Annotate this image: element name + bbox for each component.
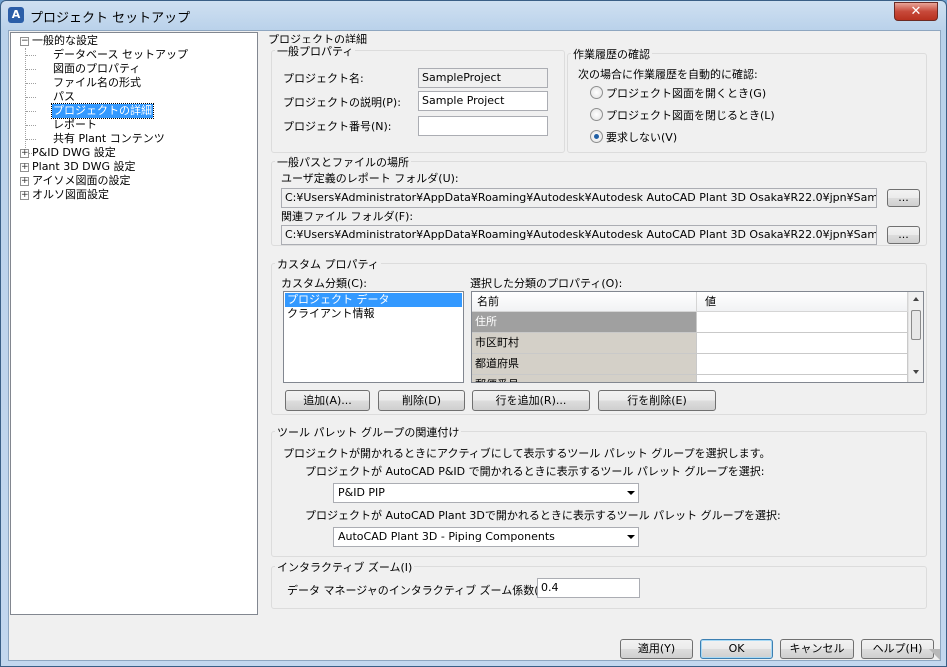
dialog-window: A プロジェクト セットアップ ✕ − 一般的な設定 データベース セットアップ… (0, 0, 947, 667)
category-properties-label: 選択した分類のプロパティ(O): (470, 277, 623, 290)
plant3d-palette-select[interactable]: AutoCAD Plant 3D - Piping Components (333, 527, 639, 547)
title-bar[interactable]: A プロジェクト セットアップ ✕ (1, 1, 946, 29)
help-button[interactable]: ヘルプ(H) (861, 639, 934, 659)
grid-scrollbar[interactable] (908, 292, 923, 382)
grid-row-name[interactable]: 都道府県 (472, 354, 697, 375)
tree-line (26, 97, 36, 98)
grid-row-name[interactable]: 住所 (472, 312, 697, 333)
tree-item-ortho-settings[interactable]: オルソ図面設定 (32, 188, 109, 202)
tree-item-general-settings[interactable]: 一般的な設定 (32, 34, 98, 48)
delete-category-button[interactable]: 削除(D) (378, 390, 465, 411)
tree-line (26, 125, 36, 126)
plant3d-palette-value: AutoCAD Plant 3D - Piping Components (338, 530, 555, 543)
project-number-label: プロジェクト番号(N): (283, 120, 392, 133)
grid-row-name[interactable]: 郵便番号 (472, 375, 697, 382)
pid-palette-value: P&ID PIP (338, 486, 385, 499)
expand-icon[interactable]: + (20, 163, 29, 172)
expand-icon[interactable]: + (20, 191, 29, 200)
custom-properties-title: カスタム プロパティ (275, 256, 381, 272)
history-open-radio[interactable] (590, 86, 603, 99)
pid-palette-label: プロジェクトが AutoCAD P&ID で開かれるときに表示するツール パレッ… (305, 465, 765, 478)
history-never-label[interactable]: 要求しない(V) (606, 129, 677, 145)
plant3d-palette-label: プロジェクトが AutoCAD Plant 3Dで開かれるときに表示するツール … (305, 509, 781, 522)
custom-category-label: カスタム分類(C): (281, 277, 367, 290)
cancel-button[interactable]: キャンセル (780, 639, 854, 659)
dialog-client: − 一般的な設定 データベース セットアップ 図面のプロパティ ファイル名の形式… (8, 30, 941, 661)
close-button[interactable]: ✕ (894, 2, 938, 21)
expand-icon[interactable]: + (20, 177, 29, 186)
resize-grip-icon[interactable] (929, 649, 940, 660)
settings-tree[interactable]: − 一般的な設定 データベース セットアップ 図面のプロパティ ファイル名の形式… (10, 32, 258, 615)
history-close-radio[interactable] (590, 108, 603, 121)
zoom-title: インタラクティブ ズーム(I) (275, 559, 415, 575)
category-item[interactable]: クライアント情報 (285, 307, 375, 321)
history-never-radio[interactable] (590, 130, 603, 143)
tree-item-iso-settings[interactable]: アイソメ図面の設定 (32, 174, 130, 188)
grid-row-value[interactable] (697, 333, 908, 354)
project-name-label: プロジェクト名: (283, 72, 364, 85)
tree-line (25, 48, 26, 150)
project-name-field[interactable]: SampleProject (418, 68, 548, 88)
zoom-factor-label: データ マネージャのインタラクティブ ズーム係数(Z): (287, 584, 555, 597)
tree-item-paths[interactable]: パス (53, 90, 75, 104)
custom-category-list[interactable]: プロジェクト データ クライアント情報 (283, 291, 464, 383)
delete-row-button[interactable]: 行を削除(E) (598, 390, 716, 411)
collapse-icon[interactable]: − (20, 37, 29, 46)
grid-header-name[interactable]: 名前 (472, 292, 697, 312)
category-item[interactable]: プロジェクト データ (285, 293, 462, 307)
tool-palette-description: プロジェクトが開かれるときにアクティブにして表示するツール パレット グループを… (283, 447, 771, 460)
tree-item-project-details[interactable]: プロジェクトの詳細 (51, 103, 154, 119)
scroll-up-icon[interactable] (913, 297, 919, 301)
project-number-field[interactable] (418, 116, 548, 136)
report-folder-field[interactable]: C:¥Users¥Administrator¥AppData¥Roaming¥A… (281, 188, 877, 208)
tree-item-filename-format[interactable]: ファイル名の形式 (53, 76, 141, 90)
report-folder-label: ユーザ定義のレポート フォルダ(U): (281, 172, 459, 185)
tree-item-reports[interactable]: レポート (53, 118, 97, 132)
related-folder-field[interactable]: C:¥Users¥Administrator¥AppData¥Roaming¥A… (281, 225, 877, 245)
autocad-app-icon: A (8, 7, 24, 23)
tree-item-shared-plant-content[interactable]: 共有 Plant コンテンツ (53, 132, 165, 146)
grid-row-value[interactable] (697, 354, 908, 375)
paths-title: 一般パスとファイルの場所 (275, 154, 411, 170)
scroll-thumb[interactable] (911, 310, 921, 340)
related-folder-label: 関連ファイル フォルダ(F): (281, 210, 414, 223)
tree-line (26, 139, 36, 140)
chevron-down-icon (627, 491, 635, 495)
scroll-down-icon[interactable] (913, 370, 919, 374)
tree-line (26, 55, 36, 56)
grid-header-value[interactable]: 値 (697, 292, 908, 312)
ok-button[interactable]: OK (700, 639, 773, 659)
tree-line (26, 83, 36, 84)
apply-button[interactable]: 適用(Y) (620, 639, 693, 659)
tree-line (26, 111, 36, 112)
tree-line (26, 69, 36, 70)
tool-palette-title: ツール パレット グループの関連付け (275, 424, 462, 440)
grid-row-value[interactable] (697, 312, 908, 333)
history-open-label[interactable]: プロジェクト図面を開くとき(G) (606, 85, 766, 101)
expand-icon[interactable]: + (20, 149, 29, 158)
grid-row-value[interactable] (697, 375, 908, 382)
add-row-button[interactable]: 行を追加(R)... (472, 390, 590, 411)
chevron-down-icon (627, 535, 635, 539)
general-properties-title: 一般プロパティ (275, 43, 356, 59)
add-category-button[interactable]: 追加(A)... (285, 390, 370, 411)
zoom-factor-field[interactable]: 0.4 (537, 578, 640, 598)
tree-item-plant3d-dwg-settings[interactable]: Plant 3D DWG 設定 (32, 160, 136, 174)
window-title: プロジェクト セットアップ (30, 11, 191, 26)
tree-item-drawing-properties[interactable]: 図面のプロパティ (53, 62, 140, 76)
pid-palette-select[interactable]: P&ID PIP (333, 483, 639, 503)
project-details-panel: プロジェクトの詳細 一般プロパティ プロジェクト名: SampleProject… (261, 31, 933, 615)
project-description-label: プロジェクトの説明(P): (283, 96, 401, 109)
grid-row-name[interactable]: 市区町村 (472, 333, 697, 354)
browse-related-folder-button[interactable]: ... (887, 226, 920, 244)
project-description-field[interactable]: Sample Project (418, 91, 548, 111)
history-close-label[interactable]: プロジェクト図面を閉じるとき(L) (606, 107, 775, 123)
history-caption: 次の場合に作業履歴を自動的に確認: (578, 68, 758, 81)
properties-grid[interactable]: 名前 値 住所 市区町村 都道府県 郵便番号 (471, 291, 924, 383)
tree-item-pid-dwg-settings[interactable]: P&ID DWG 設定 (32, 146, 116, 160)
browse-report-folder-button[interactable]: ... (887, 189, 920, 207)
history-title: 作業履歴の確認 (571, 46, 652, 62)
tree-item-database-setup[interactable]: データベース セットアップ (53, 48, 188, 62)
